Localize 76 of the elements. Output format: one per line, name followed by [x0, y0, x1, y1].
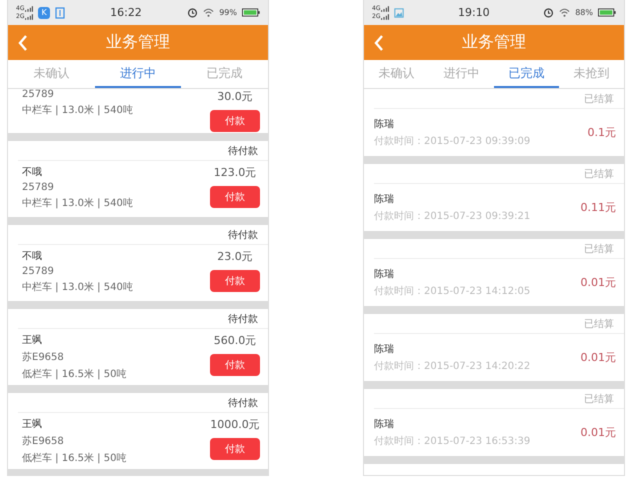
back-icon[interactable] — [374, 35, 384, 51]
pay-button[interactable]: 付款 — [210, 110, 260, 132]
order-price: 30.0元 — [217, 89, 253, 104]
order-price: 1000.0元 — [210, 417, 260, 432]
payment-time: 付款时间：2015-07-23 09:39:09 — [374, 134, 530, 148]
payment-time: 付款时间：2015-07-23 14:12:05 — [374, 284, 530, 298]
payment-time: 付款时间：2015-07-23 16:53:39 — [374, 434, 530, 448]
tab[interactable]: 已完成 — [181, 60, 268, 88]
payment-amount: 0.01元 — [580, 425, 616, 440]
signal-icon — [381, 6, 390, 12]
order-status: 待付款 — [228, 396, 258, 410]
truck-spec: 中栏车 | 13.0米 | 540吨 — [22, 280, 133, 294]
customer-name: 陈瑞 — [374, 418, 395, 431]
order-status: 待付款 — [228, 312, 258, 326]
truck-spec: 中栏车 | 13.0米 | 540吨 — [22, 104, 133, 117]
alarm-icon — [543, 7, 554, 18]
settle-status: 已结算 — [584, 318, 614, 330]
truck-spec: 低栏车 | 16.5米 | 50吨 — [22, 452, 126, 465]
order-price: 560.0元 — [214, 333, 256, 348]
pay-button[interactable]: 付款 — [210, 270, 260, 292]
signal-icon — [25, 14, 34, 20]
battery-percent: 88% — [575, 8, 593, 17]
tab[interactable]: 未确认 — [364, 60, 429, 88]
plate-number: 25789 — [22, 182, 55, 193]
battery-icon — [242, 8, 260, 17]
battery-percent: 99% — [219, 8, 237, 17]
page-title: 业务管理 — [462, 32, 526, 53]
tab[interactable]: 进行中 — [429, 60, 494, 88]
order-price: 123.0元 — [214, 165, 256, 180]
tab[interactable]: 已完成 — [494, 60, 559, 88]
tab[interactable]: 进行中 — [94, 60, 182, 88]
battery-icon — [598, 8, 616, 17]
wifi-icon — [203, 7, 214, 18]
tab[interactable]: 未抢到 — [559, 60, 624, 88]
customer-name: 陈瑞 — [374, 268, 395, 281]
pay-button[interactable]: 付款 — [210, 354, 260, 376]
image-icon — [394, 6, 404, 18]
back-icon[interactable] — [18, 35, 28, 51]
plate-number: 25789 — [22, 89, 55, 100]
order-price: 23.0元 — [217, 249, 253, 264]
app-notification-icon: K — [38, 6, 50, 18]
plate-number: 苏E9658 — [22, 350, 65, 364]
plate-number: 苏E9658 — [22, 434, 65, 448]
truck-spec: 中栏车 | 13.0米 | 540吨 — [22, 196, 133, 210]
clock-time: 16:22 — [109, 6, 143, 19]
pay-button[interactable]: 付款 — [210, 438, 260, 460]
customer-name: 王飒 — [22, 334, 43, 347]
customer-name: 陈瑞 — [374, 342, 395, 356]
alarm-icon — [187, 7, 198, 18]
payment-time: 付款时间：2015-07-23 09:39:21 — [374, 210, 530, 223]
payment-amount: 0.11元 — [580, 200, 616, 215]
signal-icon — [25, 6, 34, 12]
customer-name: 王飒 — [22, 418, 43, 431]
settle-status: 已结算 — [584, 242, 614, 256]
customer-name: 陈瑞 — [374, 192, 395, 206]
tab[interactable]: 未确认 — [8, 60, 95, 88]
settle-status: 已结算 — [584, 392, 614, 406]
order-status: 待付款 — [228, 228, 258, 242]
payment-amount: 0.01元 — [580, 275, 616, 290]
page-title: 业务管理 — [106, 32, 170, 53]
truck-spec: 低栏车 | 16.5米 | 50吨 — [22, 368, 126, 381]
customer-name: 陈瑞 — [374, 118, 395, 131]
pay-button[interactable]: 付款 — [210, 186, 260, 208]
order-status: 待付款 — [228, 144, 258, 158]
plate-number: 25789 — [22, 266, 55, 277]
clock-time: 19:10 — [456, 6, 491, 19]
wifi-icon — [559, 7, 570, 18]
settle-status: 已结算 — [584, 92, 614, 106]
payment-amount: 0.1元 — [588, 125, 616, 140]
customer-name: 不哦 — [22, 166, 43, 179]
settle-status: 已结算 — [584, 168, 614, 180]
payment-amount: 0.01元 — [580, 350, 616, 365]
signal-icon — [381, 14, 390, 20]
customer-name: 不哦 — [22, 250, 43, 263]
document-icon — [54, 6, 65, 18]
payment-time: 付款时间：2015-07-23 14:20:22 — [374, 360, 530, 373]
